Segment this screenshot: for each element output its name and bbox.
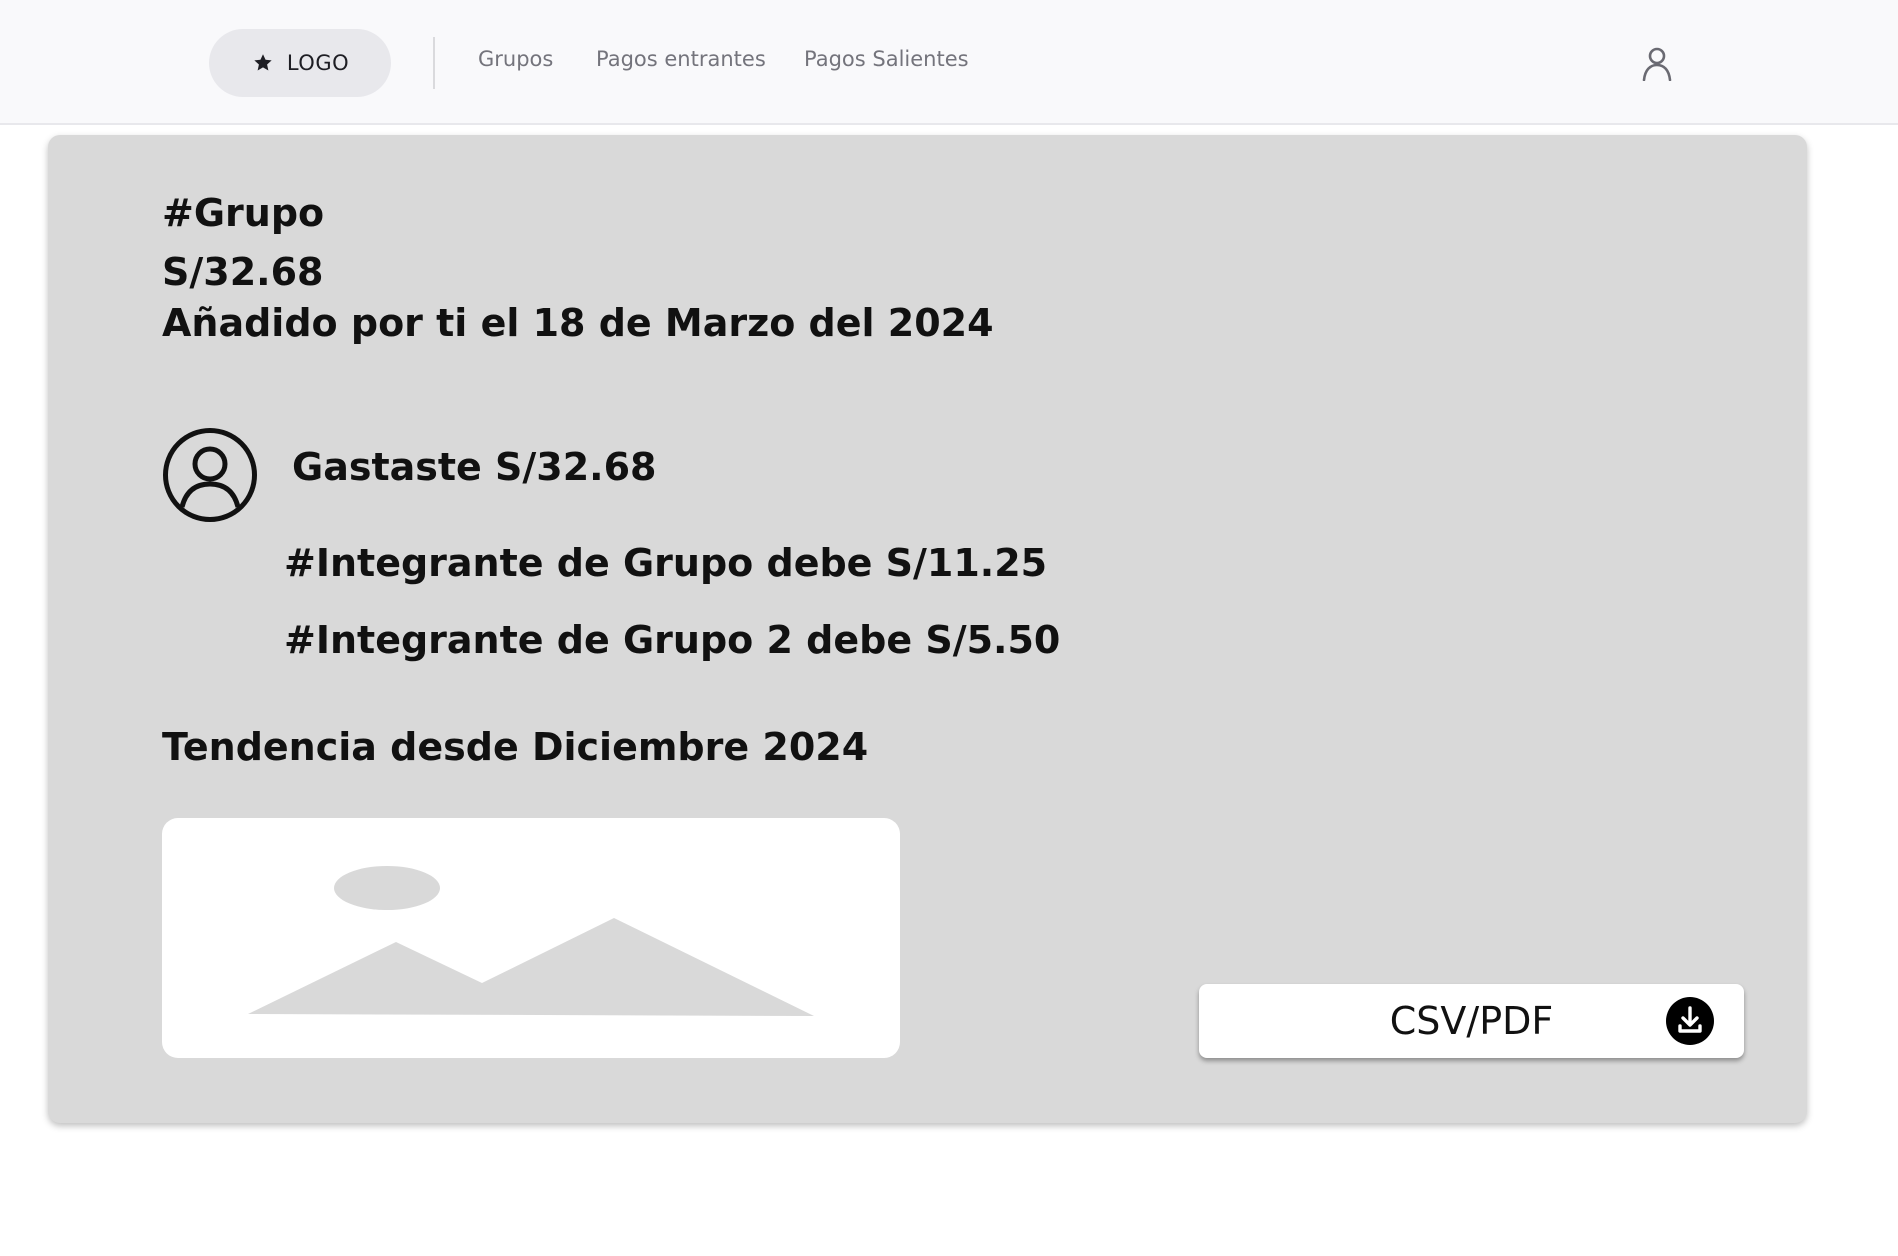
debt-line-2: #Integrante de Grupo 2 debe S/5.50 (284, 618, 1061, 662)
spent-text: Gastaste S/32.68 (292, 445, 657, 489)
export-button-label: CSV/PDF (1389, 999, 1554, 1043)
nav-link-pagos-salientes[interactable]: Pagos Salientes (804, 47, 969, 71)
nav-divider (433, 37, 435, 89)
expense-detail-card: #Grupo S/32.68 Añadido por ti el 18 de M… (48, 135, 1807, 1123)
image-placeholder-icon (248, 866, 814, 1016)
trend-image-placeholder (162, 818, 900, 1058)
export-csv-pdf-button[interactable]: CSV/PDF (1199, 984, 1744, 1058)
download-icon (1666, 997, 1714, 1045)
star-icon (254, 54, 272, 71)
logo-label: LOGO (286, 51, 350, 75)
user-icon[interactable] (1640, 45, 1674, 81)
logo-button[interactable]: LOGO (209, 29, 391, 97)
avatar-icon (163, 428, 257, 522)
group-title: #Grupo (162, 191, 325, 235)
trend-title: Tendencia desde Diciembre 2024 (162, 725, 869, 769)
nav-link-pagos-entrantes[interactable]: Pagos entrantes (596, 47, 766, 71)
debt-line-1: #Integrante de Grupo debe S/11.25 (284, 541, 1048, 585)
expense-amount: S/32.68 (162, 250, 324, 294)
nav-link-grupos[interactable]: Grupos (478, 47, 553, 71)
added-by-text: Añadido por ti el 18 de Marzo del 2024 (162, 301, 994, 345)
top-navbar: LOGO Grupos Pagos entrantes Pagos Salien… (0, 0, 1898, 125)
